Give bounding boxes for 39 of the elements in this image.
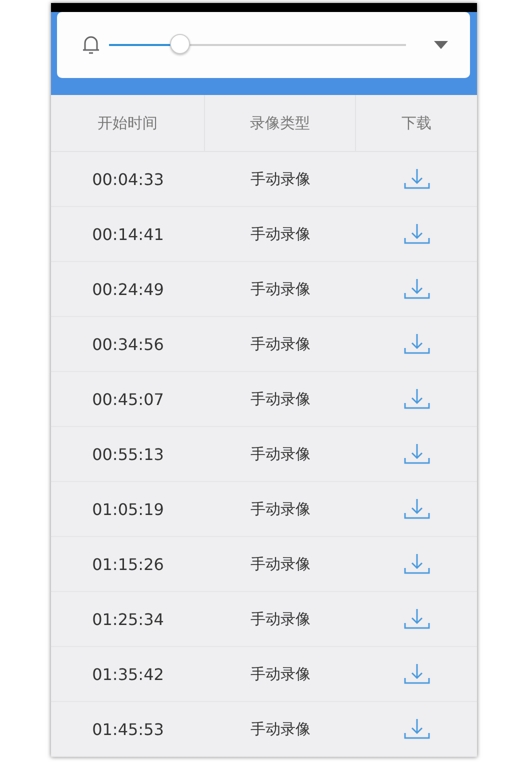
download-icon[interactable] — [404, 223, 430, 245]
download-icon[interactable] — [404, 498, 430, 520]
download-icon[interactable] — [404, 663, 430, 685]
start-time: 00:24:49 — [91, 280, 165, 298]
bell-icon — [81, 34, 101, 56]
recording-type: 手动录像 — [250, 390, 312, 408]
slider-thumb[interactable] — [170, 34, 190, 54]
recording-type: 手动录像 — [250, 554, 312, 574]
recording-type: 手动录像 — [250, 280, 312, 298]
download-icon[interactable] — [404, 333, 430, 355]
column-header: 录像类型 — [250, 114, 310, 132]
download-icon[interactable] — [404, 388, 430, 410]
recording-type: 手动录像 — [250, 444, 312, 464]
start-time: 00:04:33 — [91, 170, 165, 188]
recording-type: 手动录像 — [250, 500, 312, 518]
start-time: 01:45:53 — [91, 720, 165, 738]
download-icon[interactable] — [404, 553, 430, 575]
column-header: 开始时间 — [98, 114, 158, 132]
download-icon[interactable] — [404, 443, 430, 465]
start-time: 00:55:13 — [91, 444, 165, 464]
start-time: 01:05:19 — [91, 500, 165, 518]
recording-type: 手动录像 — [250, 664, 312, 684]
recording-type: 手动录像 — [250, 610, 312, 628]
start-time: 00:45:07 — [91, 390, 165, 408]
recording-type: 手动录像 — [250, 170, 312, 188]
recording-type: 手动录像 — [250, 224, 312, 244]
dropdown-caret-icon[interactable] — [434, 40, 448, 50]
column-header: 下载 — [402, 114, 432, 132]
start-time: 01:25:34 — [91, 610, 165, 628]
download-icon[interactable] — [404, 168, 430, 190]
recording-type: 手动录像 — [250, 334, 312, 354]
download-icon[interactable] — [404, 278, 430, 300]
recording-type: 手动录像 — [250, 720, 312, 738]
start-time: 00:14:41 — [91, 224, 165, 244]
start-time: 01:15:26 — [91, 554, 165, 574]
start-time: 00:34:56 — [91, 334, 165, 354]
download-icon[interactable] — [404, 718, 430, 740]
download-icon[interactable] — [404, 608, 430, 630]
start-time: 01:35:42 — [91, 664, 165, 684]
